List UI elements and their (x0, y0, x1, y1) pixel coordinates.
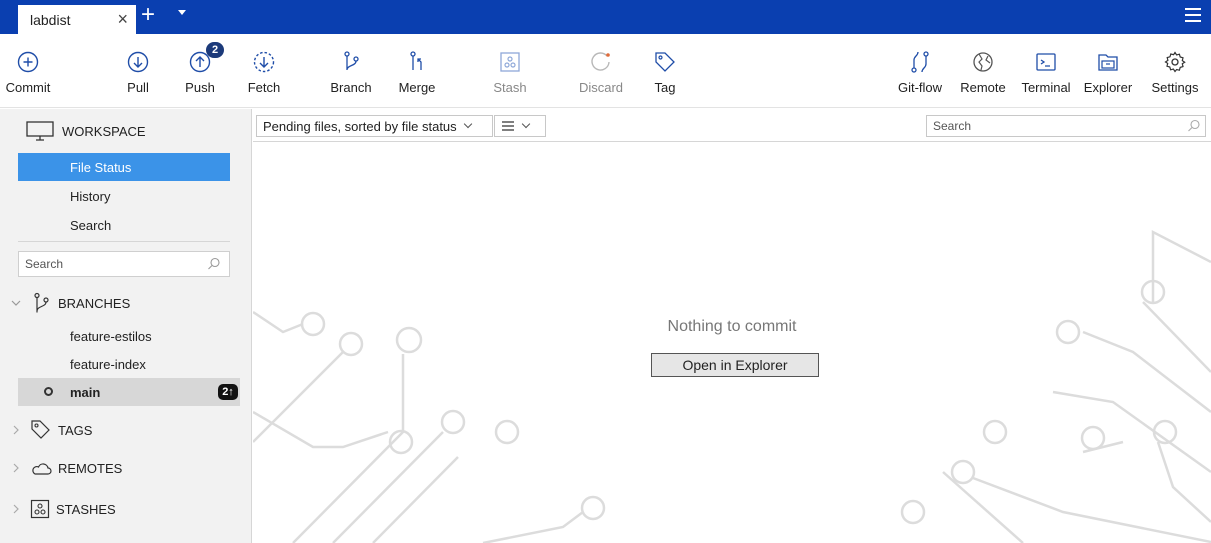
branch-item-feature-estilos[interactable]: feature-estilos (18, 322, 240, 350)
commit-icon (17, 51, 39, 73)
branches-label: BRANCHES (58, 295, 131, 311)
tags-header[interactable]: TAGS (10, 419, 92, 441)
main-toolbar: Commit Pull 2 Push Fetch Branch Merge St… (0, 34, 1211, 108)
file-search-placeholder: Search (933, 119, 972, 133)
stashes-label: STASHES (56, 501, 116, 517)
sidebar-search-input[interactable]: Search (18, 251, 230, 277)
tags-label: TAGS (58, 422, 93, 438)
push-icon-wrap: 2 (188, 42, 224, 74)
branch-icon (344, 51, 359, 71)
repo-tab-label: labdist (30, 11, 71, 28)
discard-button[interactable]: Discard (576, 34, 626, 108)
branch-icon (34, 292, 49, 313)
current-branch-icon (44, 387, 53, 396)
tab-list-dropdown-icon[interactable] (178, 10, 186, 15)
branch-button[interactable]: Branch (327, 34, 375, 108)
remotes-header[interactable]: REMOTES (10, 459, 122, 477)
repo-tab[interactable]: labdist × (18, 5, 136, 34)
monitor-icon (26, 121, 54, 141)
chevron-down-icon (11, 300, 21, 306)
nav-search[interactable]: Search (18, 211, 230, 239)
sidebar: WORKSPACE File Status History Search Sea… (0, 109, 252, 543)
file-status-panel: Nothing to commit Open in Explorer (253, 142, 1211, 543)
new-tab-icon[interactable]: + (141, 2, 155, 28)
sort-mode-dropdown[interactable]: Pending files, sorted by file status (256, 115, 493, 137)
sort-mode-label: Pending files, sorted by file status (263, 118, 457, 134)
push-button[interactable]: 2 Push (180, 34, 224, 108)
ahead-count-badge: 2↑ (218, 384, 238, 400)
list-view-icon (502, 121, 514, 131)
merge-icon (410, 51, 422, 70)
cloud-icon (32, 463, 52, 475)
discard-icon (591, 52, 610, 71)
nav-file-status[interactable]: File Status (18, 153, 230, 181)
fetch-icon (253, 51, 275, 73)
nav-history[interactable]: History (18, 182, 230, 210)
sidebar-divider (18, 241, 230, 242)
search-icon (1188, 119, 1200, 132)
view-mode-dropdown[interactable] (494, 115, 546, 137)
title-bar: labdist × + (0, 0, 1211, 34)
branches-header[interactable]: BRANCHES (10, 292, 130, 314)
gitflow-icon (911, 51, 929, 73)
pull-icon (127, 51, 149, 73)
fetch-button[interactable]: Fetch (244, 34, 284, 108)
tag-icon (31, 420, 50, 439)
remote-button[interactable]: Remote (958, 34, 1008, 108)
branch-item-main[interactable]: main 2↑ (18, 378, 240, 406)
chevron-right-icon (13, 504, 19, 514)
chevron-right-icon (13, 463, 19, 473)
tag-button[interactable]: Tag (650, 34, 680, 108)
open-in-explorer-button[interactable]: Open in Explorer (651, 353, 819, 377)
pull-button[interactable]: Pull (118, 34, 158, 108)
commit-button[interactable]: Commit (6, 34, 50, 108)
tag-icon (655, 52, 675, 72)
chevron-down-icon (521, 119, 531, 129)
file-search-input[interactable]: Search (926, 115, 1206, 137)
empty-state-message: Nothing to commit (667, 318, 797, 335)
merge-button[interactable]: Merge (393, 34, 441, 108)
sidebar-search-placeholder: Search (25, 257, 64, 271)
background-branch-art (253, 229, 1211, 543)
folder-icon (1098, 54, 1118, 71)
stashes-header[interactable]: STASHES (10, 499, 116, 519)
stash-button[interactable]: Stash (490, 34, 530, 108)
settings-button[interactable]: Settings (1149, 34, 1201, 108)
explorer-button[interactable]: Explorer (1082, 34, 1134, 108)
stash-icon (500, 52, 520, 72)
workspace-header[interactable]: WORKSPACE (26, 121, 146, 141)
gitflow-button[interactable]: Git-flow (894, 34, 946, 108)
file-filter-bar: Pending files, sorted by file status Sea… (253, 109, 1211, 142)
hamburger-menu-icon[interactable] (1185, 8, 1201, 22)
remotes-label: REMOTES (58, 460, 123, 476)
gear-icon (1164, 51, 1186, 73)
chevron-down-icon (463, 119, 472, 129)
globe-icon (973, 52, 993, 72)
close-tab-icon[interactable]: × (117, 9, 128, 30)
terminal-button[interactable]: Terminal (1020, 34, 1072, 108)
search-icon (208, 257, 220, 270)
chevron-right-icon (13, 425, 19, 435)
push-count-badge: 2 (206, 42, 224, 58)
stash-icon (30, 499, 50, 519)
branch-item-feature-index[interactable]: feature-index (18, 350, 240, 378)
terminal-icon (1036, 53, 1056, 71)
workspace-label: WORKSPACE (62, 123, 146, 139)
